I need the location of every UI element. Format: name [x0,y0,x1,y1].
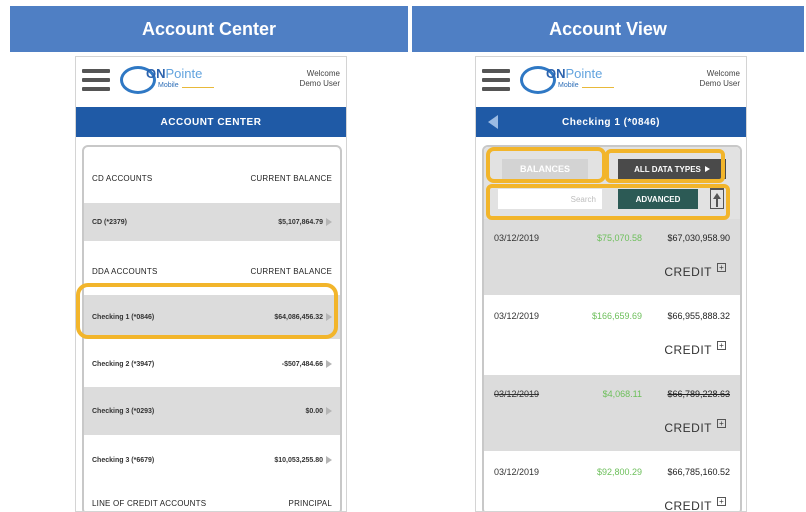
section-header: CD ACCOUNTS CURRENT BALANCE [92,173,332,183]
expand-icon[interactable]: + [717,263,726,272]
highlight-balances [486,147,606,183]
account-center-banner: Account Center [10,6,408,52]
page-title: ACCOUNT CENTER [160,116,262,128]
page-title-bar: ACCOUNT CENTER [76,107,346,137]
chevron-right-icon[interactable] [326,456,332,464]
expand-icon[interactable]: + [717,497,726,506]
account-row[interactable]: CD (*2379) $5,107,864.79 [84,203,340,241]
menu-icon[interactable] [482,69,510,91]
expand-icon[interactable]: + [717,419,726,428]
transaction-row[interactable]: 03/12/2019 $75,070.58 $67,030,958.90 CRE… [484,219,740,295]
menu-icon[interactable] [82,69,110,91]
highlight-data-types [605,149,725,183]
page-title: Checking 1 (*0846) [562,116,660,128]
chevron-right-icon[interactable] [326,407,332,415]
account-row[interactable]: Checking 3 (*6679) $10,053,255.80 [84,437,340,483]
highlight-search-advanced [486,184,730,220]
page-title-bar: Checking 1 (*0846) [476,107,746,137]
onpointe-logo: ONPointe Mobile [120,63,232,97]
account-view-banner: Account View [412,6,804,52]
section-header: LINE OF CREDIT ACCOUNTS PRINCIPAL [92,498,332,508]
highlight-selected-account [76,283,338,339]
back-arrow-icon[interactable] [488,115,498,129]
welcome-text: Welcome Demo User [299,69,340,88]
account-view-screen: ONPointe Mobile Welcome Demo User Checki… [475,56,747,512]
transaction-row[interactable]: 03/12/2019 $4,068.11 $66,789,228.63 CRED… [484,375,740,451]
chevron-right-icon[interactable] [326,218,332,226]
account-row[interactable]: Checking 3 (*0293) $0.00 [84,387,340,435]
app-header: ONPointe Mobile Welcome Demo User [476,57,746,103]
chevron-right-icon[interactable] [326,360,332,368]
app-header: ONPointe Mobile Welcome Demo User [76,57,346,103]
expand-icon[interactable]: + [717,341,726,350]
transaction-row[interactable]: 03/12/2019 $166,659.69 $66,955,888.32 CR… [484,297,740,373]
account-row[interactable]: Checking 2 (*3947) -$507,484.66 [84,341,340,387]
welcome-text: Welcome Demo User [699,69,740,88]
transaction-row[interactable]: 03/12/2019 $92,800.29 $66,785,160.52 CRE… [484,453,740,511]
onpointe-logo: ONPointe Mobile [520,63,632,97]
